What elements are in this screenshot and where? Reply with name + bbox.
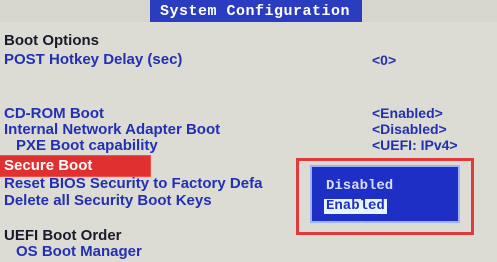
post-hotkey-delay-label[interactable]: POST Hotkey Delay (sec) [4,52,182,68]
boot-options-header: Boot Options [4,32,99,49]
page-title: System Configuration [160,3,351,20]
internal-network-adapter-boot-label[interactable]: Internal Network Adapter Boot [4,122,220,138]
option-disabled[interactable]: Disabled [324,179,395,194]
post-hotkey-delay-value[interactable]: <0> [372,53,396,68]
pxe-boot-capability-label[interactable]: PXE Boot capability [16,138,158,154]
cdrom-boot-label[interactable]: CD-ROM Boot [4,106,104,122]
secure-boot-options-popup: Disabled Enabled [310,165,460,223]
reset-bios-security-label[interactable]: Reset BIOS Security to Factory Defa [4,176,262,192]
delete-secure-boot-keys-label[interactable]: Delete all Security Boot Keys [4,193,212,209]
pxe-boot-capability-value[interactable]: <UEFI: IPv4> [372,138,458,153]
uefi-boot-order-header: UEFI Boot Order [4,227,122,244]
internal-network-adapter-boot-value[interactable]: <Disabled> [372,122,447,137]
cdrom-boot-value[interactable]: <Enabled> [372,106,443,121]
option-enabled[interactable]: Enabled [324,199,387,214]
os-boot-manager-label[interactable]: OS Boot Manager [16,244,142,260]
secure-boot-label[interactable]: Secure Boot [4,158,92,174]
